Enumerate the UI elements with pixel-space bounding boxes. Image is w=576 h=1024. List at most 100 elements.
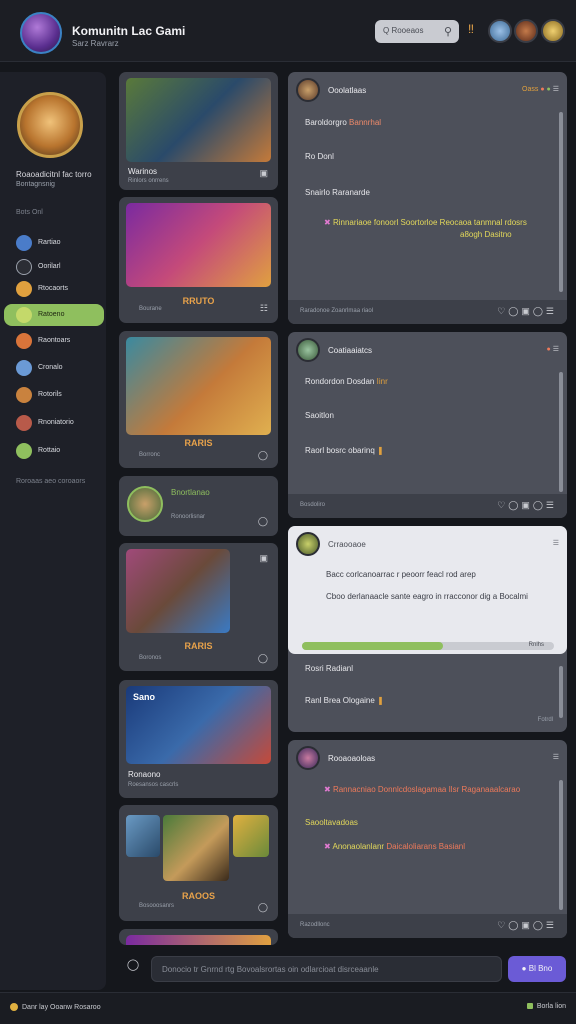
thread-avatar[interactable] [296, 532, 320, 556]
thread-footer: Razodllonc ♡◯▣◯☰ [288, 914, 567, 938]
card-meta: Boronos [139, 655, 162, 661]
send-icon: ● [521, 964, 527, 973]
channel-icon [16, 307, 32, 323]
sidebar-item-8[interactable]: Rnoniatorio [4, 412, 104, 434]
card-meta: Roesansos cascrls [128, 782, 179, 788]
highlight-line: ✖ Rinnariaoe fonoorl Soortorloe Reocaoa … [324, 218, 527, 227]
scrollbar[interactable] [559, 666, 563, 718]
thread-toolbar[interactable]: ● ☰ [547, 345, 559, 353]
channel-icon [16, 360, 32, 376]
scrollbar[interactable] [559, 112, 563, 292]
thread-footer: Raradonoe Zoanrlmaa riaol ♡◯▣◯☰ [288, 300, 567, 324]
thread-line: Snairlo Raranarde [305, 188, 370, 197]
sidebar-item-2[interactable]: Oorilarl [4, 256, 104, 278]
sidebar-item-7[interactable]: Rotorils [4, 384, 104, 406]
left-sidebar: Roaoadicitnl fac torro Bontagnsnig Bots … [0, 72, 106, 990]
channel-icon [16, 259, 32, 275]
feed-card-8[interactable] [119, 929, 278, 945]
feed-card-2[interactable]: RRUTO Bourane ☷ [119, 197, 278, 323]
sidebar-section-label: Bots Onl [16, 209, 43, 216]
thread-avatar[interactable] [296, 746, 320, 770]
highlight-line: a8ogh Dasitno [460, 230, 512, 239]
camera-icon[interactable]: ▣ [259, 168, 268, 179]
status-left: Danr lay Ooanw Rosaroo [10, 1003, 101, 1011]
feed-card-6[interactable]: Sano Ronaono Roesansos cascrls [119, 680, 278, 798]
friend-avatar-2[interactable] [514, 19, 538, 43]
feed-card-4[interactable]: Bnortlanao Ronoorlisnar ◯ [119, 476, 278, 536]
scrollbar[interactable] [559, 372, 563, 492]
sidebar-item-6[interactable]: Cronalo [4, 357, 104, 379]
thread-line: Cboo derlanaacle sante eagro in rraccono… [326, 592, 528, 601]
thread-footer: Bosdoliro ♡◯▣◯☰ [288, 494, 567, 518]
player-avatar[interactable] [127, 486, 163, 522]
app-logo[interactable] [20, 12, 62, 54]
notification-icon[interactable]: ‼ [468, 22, 474, 36]
user-avatar[interactable] [541, 19, 565, 43]
sidebar-item-3[interactable]: Rtocaorts [4, 278, 104, 300]
status-dot [10, 1003, 18, 1011]
thread-panel-3[interactable]: Crraooaoe ☰ Bacc corlcanoarrac r peoorr … [288, 526, 567, 732]
reaction-icons[interactable]: ♡◯▣◯☰ [497, 920, 557, 931]
reaction-icons[interactable]: ♡◯▣◯☰ [497, 500, 557, 511]
search-box[interactable]: Q Rooeaos ⚲ [375, 20, 459, 43]
profile-avatar[interactable] [17, 92, 83, 158]
thread-toolbar[interactable]: Oass ● ● ☰ [522, 85, 559, 93]
feed-card-1[interactable]: Warinos Rinlors onrrens ▣ [119, 72, 278, 190]
thread-panel-2[interactable]: Coatiaaiatcs ● ☰ Rondordon Dosdan Iinr S… [288, 332, 567, 518]
scrollbar[interactable] [559, 780, 563, 910]
comment-icon[interactable]: ◯ [258, 902, 268, 913]
thread-line: Baroldorgro Bannrhal [305, 118, 382, 127]
thread-panel-4[interactable]: Rooaoaoloas ☰ ✖ Rannacniao Donnlcdoslaga… [288, 740, 567, 938]
game-image [126, 203, 271, 287]
comment-icon[interactable]: ◯ [258, 653, 268, 664]
thread-line: Saoitlon [305, 411, 334, 420]
feed-card-5[interactable]: RARIS Boronos ▣ ◯ [119, 543, 278, 671]
profile-subtitle: Bontagnsnig [16, 181, 55, 188]
thread-avatar[interactable] [296, 338, 320, 362]
thread-title: Ooolatlaas [328, 86, 367, 95]
online-icon [526, 1003, 533, 1010]
thread-line: Ranl Brea Ologaine ❚ [305, 696, 384, 705]
attach-icon[interactable]: ◯ [124, 958, 142, 976]
sidebar-item-1[interactable]: Rartiao [4, 232, 104, 254]
thread-toolbar[interactable]: ☰ [553, 539, 559, 547]
thumb-image [126, 815, 160, 857]
highlight-line: ✖ Anonaolanlanr Daicaloliarans Basianl [324, 842, 466, 851]
sidebar-item-9[interactable]: Rottaio [4, 440, 104, 462]
search-input[interactable]: Q Rooeaos [383, 26, 423, 35]
comment-icon[interactable]: ◯ [258, 450, 268, 461]
card-meta: Rinlors onrrens [128, 178, 169, 184]
thread-avatar[interactable] [296, 78, 320, 102]
thread-line: Rondordon Dosdan Iinr [305, 377, 388, 386]
app-title: Komunitn Lac Gami [72, 24, 186, 38]
friend-avatar-1[interactable] [488, 19, 512, 43]
profile-name: Roaoadicitnl fac torro [16, 170, 92, 179]
card-heading: RARIS [184, 641, 213, 651]
card-meta: Borronc [139, 452, 161, 458]
thread-line: Saooltavadoas [305, 818, 358, 827]
channel-icon [16, 387, 32, 403]
card-meta: Bosooosanrs [139, 903, 175, 909]
sidebar-item-4[interactable]: Ratoeno [4, 304, 104, 326]
highlight-line: ✖ Rannacniao Donnlcdoslagamaa Ilsr Ragan… [324, 785, 521, 794]
app-subtitle: Sarz Ravrarz [72, 39, 119, 48]
channel-icon [16, 443, 32, 459]
feed-card-7[interactable]: RAOOS Bosooosanrs ◯ [119, 805, 278, 921]
game-image [126, 78, 271, 162]
feed-card-3[interactable]: RARIS Borronc ◯ [119, 331, 278, 468]
thread-title: Crraooaoe [328, 540, 366, 549]
sidebar-item-5[interactable]: Raontoars [4, 330, 104, 352]
thread-line: Rosri Radianl [305, 664, 354, 673]
send-button[interactable]: ● Bl Bno [508, 956, 566, 982]
message-input[interactable] [151, 956, 502, 982]
thread-toolbar[interactable]: ☰ [553, 753, 559, 761]
share-icon[interactable]: ☷ [260, 303, 268, 314]
channel-icon [16, 415, 32, 431]
search-icon[interactable]: ⚲ [444, 25, 452, 38]
card-heading: RAOOS [181, 891, 215, 901]
comment-icon[interactable]: ◯ [258, 516, 268, 527]
thumb-image [233, 815, 269, 857]
reaction-icons[interactable]: ♡◯▣◯☰ [497, 306, 557, 317]
thread-panel-1[interactable]: Ooolatlaas Oass ● ● ☰ Baroldorgro Bannrh… [288, 72, 567, 324]
bookmark-icon[interactable]: ▣ [259, 553, 268, 564]
